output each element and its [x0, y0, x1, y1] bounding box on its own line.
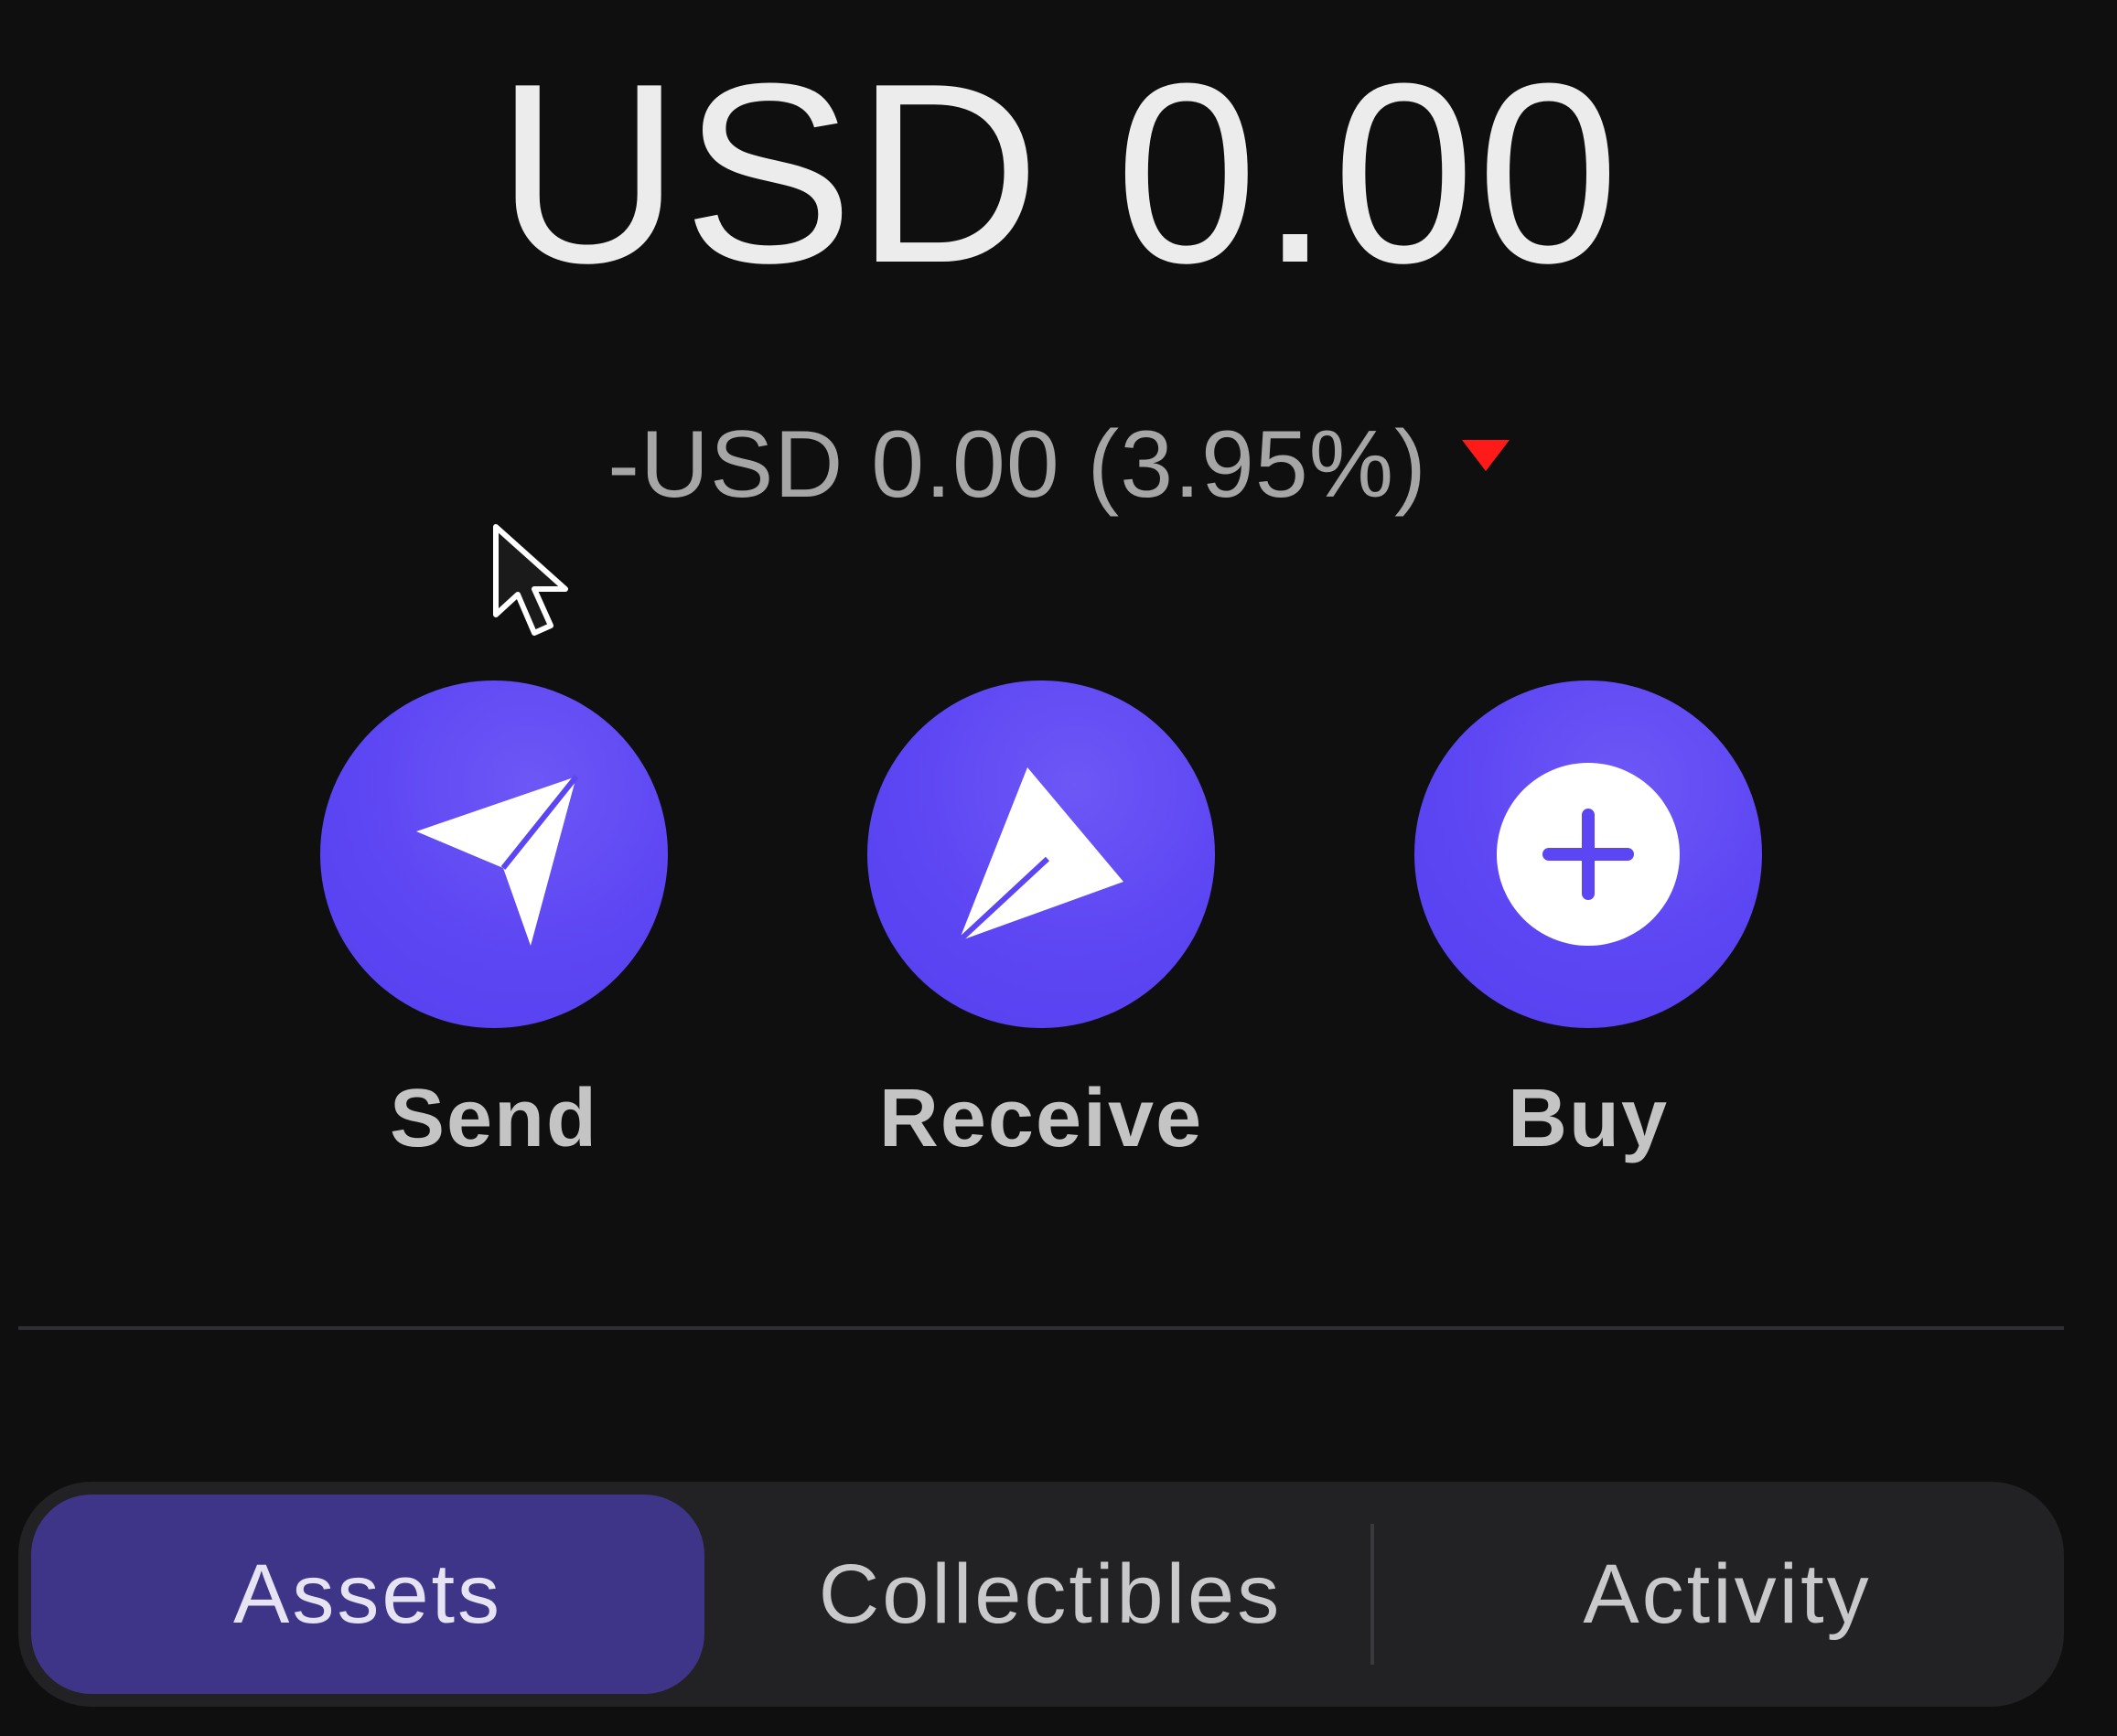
buy-label: Buy [1507, 1073, 1670, 1164]
buy-button[interactable]: Buy [1414, 680, 1762, 1193]
receive-icon [956, 767, 1123, 944]
send-icon [416, 775, 579, 946]
mouse-cursor-icon [493, 524, 568, 636]
send-button[interactable]: Send [320, 680, 668, 1193]
wallet-tabs: Assets Collectibles Activity [18, 1482, 2064, 1707]
tab-assets[interactable]: Assets [31, 1495, 704, 1694]
wallet-home: USD 0.00 -USD 0.00 (3.95%) Send Receive [0, 0, 2117, 1736]
plus-circle-icon [1497, 763, 1680, 946]
total-balance: USD 0.00 [496, 31, 1621, 316]
balance-change: -USD 0.00 (3.95%) [0, 410, 2117, 520]
tab-activity-label: Activity [1583, 1547, 1872, 1641]
receive-label: Receive [878, 1073, 1204, 1164]
tab-collectibles-label: Collectibles [818, 1547, 1283, 1641]
down-arrow-icon [1461, 440, 1510, 471]
tab-activity[interactable]: Activity [1391, 1495, 2064, 1694]
tab-collectibles[interactable]: Collectibles [714, 1495, 1387, 1694]
tab-assets-label: Assets [232, 1547, 503, 1641]
send-label: Send [389, 1073, 599, 1164]
receive-circle [867, 680, 1215, 1028]
send-circle [320, 680, 668, 1028]
balance-change-text: -USD 0.00 (3.95%) [607, 412, 1427, 518]
section-divider [18, 1326, 2064, 1330]
tab-separator [1370, 1524, 1374, 1665]
receive-button[interactable]: Receive [867, 680, 1215, 1193]
buy-circle [1414, 680, 1762, 1028]
